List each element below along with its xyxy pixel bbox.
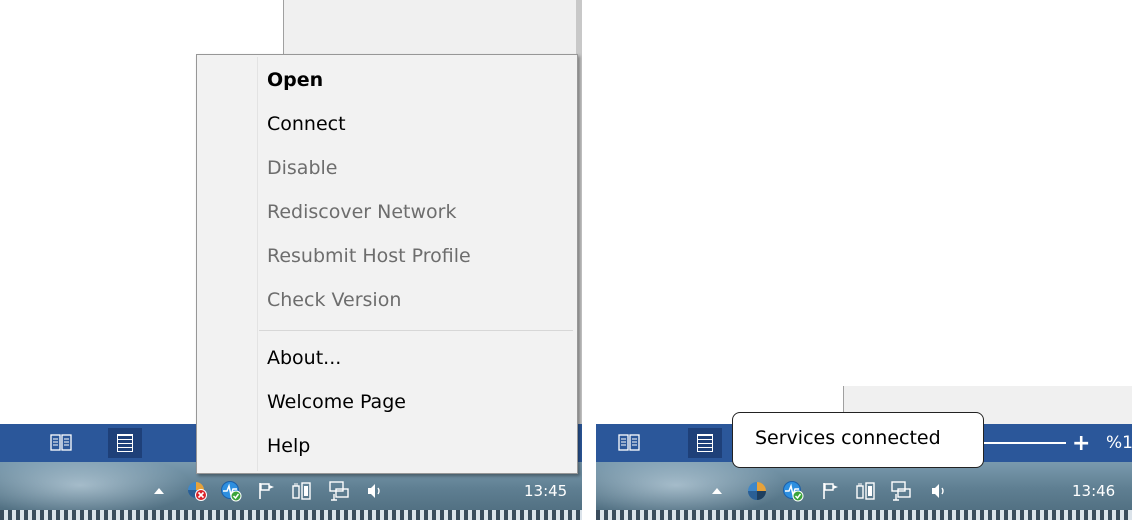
taskbar-clock[interactable]: 13:46	[1072, 482, 1115, 500]
action-center-flag-icon[interactable]	[820, 480, 842, 502]
menu-item-rediscover-network[interactable]: Rediscover Network	[259, 191, 577, 233]
menu-separator	[259, 330, 573, 331]
print-layout-button[interactable]	[688, 428, 722, 458]
read-mode-button[interactable]	[44, 428, 78, 458]
right-screenshot-panel: + %1 13:46 Services connected	[596, 0, 1132, 530]
volume-icon[interactable]	[928, 480, 950, 502]
network-monitor-icon[interactable]	[220, 480, 242, 502]
taskbar: 13:46	[596, 462, 1132, 520]
print-layout-button[interactable]	[108, 428, 142, 458]
network-icon[interactable]	[328, 480, 350, 502]
background-window	[283, 0, 576, 54]
services-balloon-tooltip[interactable]: Services connected	[732, 412, 984, 468]
menu-item-open[interactable]: Open	[259, 59, 577, 101]
action-center-flag-icon[interactable]	[256, 480, 278, 502]
network-icon[interactable]	[890, 480, 912, 502]
taskbar-clock[interactable]: 13:45	[524, 482, 567, 500]
volume-icon[interactable]	[364, 480, 386, 502]
menu-item-connect[interactable]: Connect	[259, 103, 577, 145]
zoom-slider-track[interactable]	[976, 442, 1066, 444]
network-monitor-icon[interactable]	[782, 480, 804, 502]
read-mode-button[interactable]	[612, 428, 646, 458]
show-hidden-icons-arrow[interactable]	[148, 480, 170, 502]
read-mode-icon	[50, 434, 72, 451]
menu-item-check-version[interactable]: Check Version	[259, 279, 577, 321]
dotted-border	[0, 510, 582, 520]
agent-connected-icon[interactable]	[746, 480, 768, 502]
menu-item-resubmit-host-profile[interactable]: Resubmit Host Profile	[259, 235, 577, 277]
menu-item-about[interactable]: About...	[259, 337, 577, 379]
print-layout-icon	[117, 434, 133, 452]
zoom-in-button[interactable]: +	[1072, 424, 1090, 462]
up-arrow-icon	[712, 488, 722, 494]
up-arrow-icon	[154, 488, 164, 494]
menu-gutter-divider	[257, 57, 258, 471]
read-mode-icon	[618, 434, 640, 451]
menu-item-welcome-page[interactable]: Welcome Page	[259, 381, 577, 423]
zoom-percentage[interactable]: %1	[1106, 424, 1132, 462]
menu-item-help[interactable]: Help	[259, 425, 577, 467]
tray-context-menu: Open Connect Disable Rediscover Network …	[196, 54, 578, 474]
balloon-message: Services connected	[755, 427, 941, 449]
menu-item-disable[interactable]: Disable	[259, 147, 577, 189]
power-icon[interactable]	[290, 480, 312, 502]
left-screenshot-panel: 13:45 Open Connect Disable Rediscover Ne…	[0, 0, 582, 530]
power-icon[interactable]	[854, 480, 876, 502]
show-hidden-icons-arrow[interactable]	[706, 480, 728, 502]
dotted-border	[596, 510, 1132, 520]
print-layout-icon	[697, 434, 713, 452]
agent-disconnected-icon[interactable]	[186, 480, 208, 502]
